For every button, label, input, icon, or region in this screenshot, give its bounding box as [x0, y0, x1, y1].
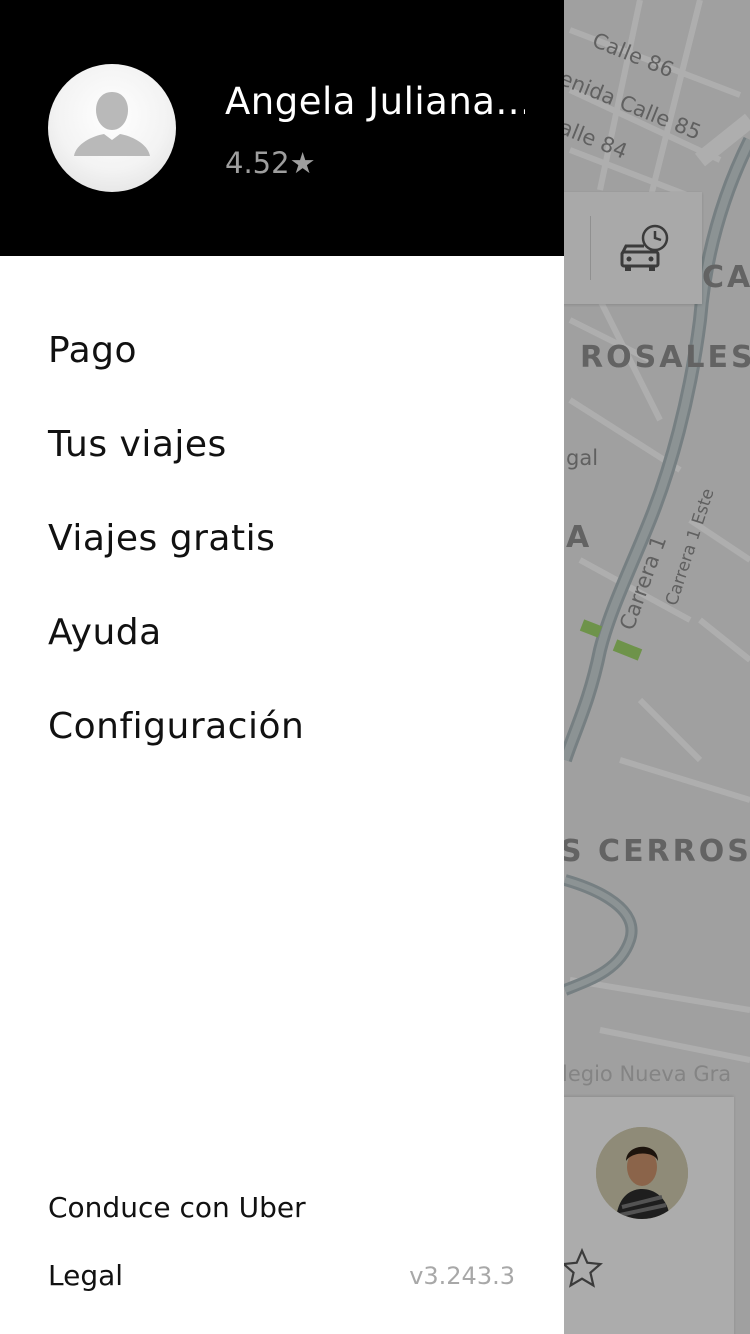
menu-item-free-rides[interactable]: Viajes gratis — [0, 492, 564, 586]
legal-link[interactable]: Legal — [48, 1259, 123, 1292]
menu-item-your-trips[interactable]: Tus viajes — [0, 398, 564, 492]
menu-item-help[interactable]: Ayuda — [0, 586, 564, 680]
profile-name[interactable]: Angela Juliana... — [225, 80, 525, 123]
app-version: v3.243.3 — [409, 1262, 515, 1290]
side-menu-drawer: Angela Juliana... 4.52★ Pago Tus viajes … — [0, 0, 564, 1334]
drive-with-uber-link[interactable]: Conduce con Uber — [48, 1191, 306, 1224]
menu-item-settings[interactable]: Configuración — [0, 680, 564, 774]
menu-item-payment[interactable]: Pago — [0, 304, 564, 398]
profile-rating: 4.52★ — [225, 146, 316, 180]
user-silhouette-icon — [74, 92, 150, 156]
menu-list: Pago Tus viajes Viajes gratis Ayuda Conf… — [0, 304, 564, 774]
profile-avatar[interactable] — [48, 64, 176, 192]
profile-header[interactable]: Angela Juliana... 4.52★ — [0, 0, 564, 256]
